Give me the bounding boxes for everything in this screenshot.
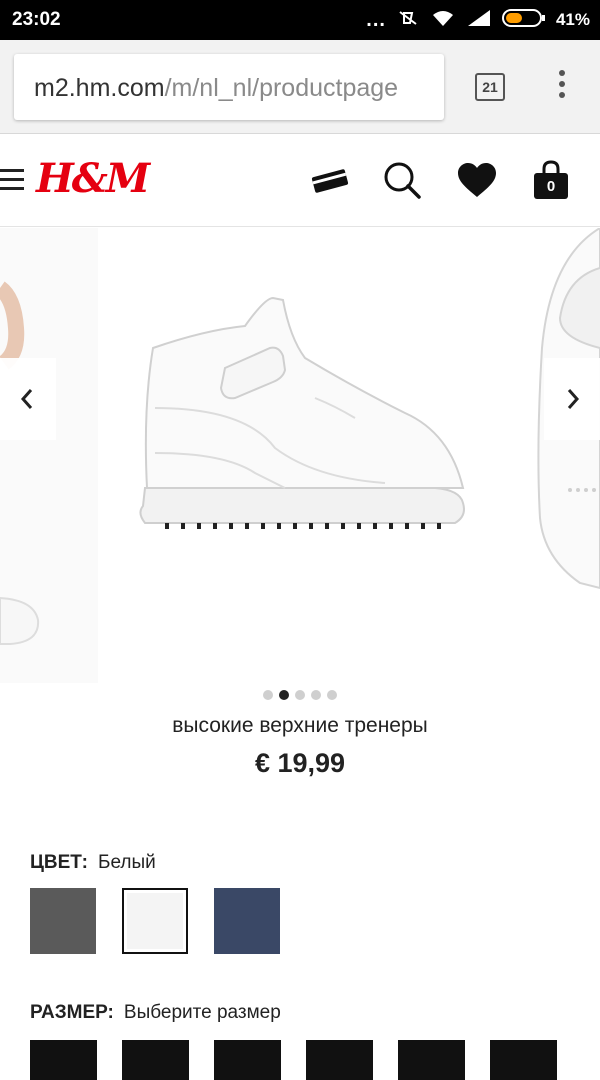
next-image-button[interactable]: [544, 358, 600, 440]
site-header: H&M 0: [0, 135, 600, 227]
hm-logo[interactable]: H&M: [36, 155, 150, 202]
size-option[interactable]: [306, 1040, 373, 1080]
pagination-dot[interactable]: [311, 690, 321, 700]
url-path: /m/nl_nl/productpage: [164, 74, 399, 102]
color-label: ЦВЕТ:: [30, 852, 88, 873]
product-image-carousel[interactable]: [0, 228, 600, 683]
cart-count: 0: [546, 178, 556, 195]
battery-percent: 41%: [555, 10, 590, 29]
size-option[interactable]: [30, 1040, 97, 1080]
address-bar[interactable]: m2.hm.com/m/nl_nl/productpage: [14, 54, 444, 120]
previous-product-image[interactable]: [0, 228, 98, 683]
size-options: [30, 1040, 557, 1080]
size-label: РАЗМЕР:: [30, 1002, 114, 1023]
size-option[interactable]: [398, 1040, 465, 1080]
previous-image-button[interactable]: [0, 358, 56, 440]
url-host: m2.hm.com: [34, 74, 165, 102]
pagination-dot[interactable]: [295, 690, 305, 700]
search-icon[interactable]: [380, 159, 424, 203]
size-option[interactable]: [122, 1040, 189, 1080]
main-product-image[interactable]: [125, 278, 475, 578]
product-price: € 19,99: [254, 748, 346, 778]
size-option[interactable]: [214, 1040, 281, 1080]
color-swatch-white-selected[interactable]: [122, 888, 188, 954]
size-prompt: Выберите размер: [123, 1002, 281, 1023]
battery-icon: [501, 8, 546, 33]
carousel-pagination: [0, 690, 600, 700]
mute-icon: [396, 8, 420, 33]
shopping-bag-icon[interactable]: 0: [530, 159, 574, 203]
status-bar: 23:02 ... 41%: [0, 0, 600, 40]
pagination-dot-active[interactable]: [279, 690, 289, 700]
wifi-icon: [430, 8, 456, 33]
menu-icon[interactable]: [0, 169, 24, 191]
color-swatch-grey[interactable]: [30, 888, 96, 954]
overflow-menu-icon[interactable]: [552, 70, 572, 104]
color-swatch-navy[interactable]: [214, 888, 280, 954]
pagination-dot[interactable]: [263, 690, 273, 700]
product-title: высокие верхние тренеры: [172, 714, 428, 737]
next-product-image[interactable]: [520, 228, 600, 683]
pagination-dot[interactable]: [327, 690, 337, 700]
selected-color: Белый: [97, 852, 156, 873]
size-option[interactable]: [490, 1040, 557, 1080]
signal-icon: [466, 8, 492, 33]
browser-toolbar: m2.hm.com/m/nl_nl/productpage 21: [0, 40, 600, 134]
gift-card-icon[interactable]: [308, 159, 352, 203]
notification-dots-icon: ...: [366, 8, 386, 31]
color-swatches: [30, 888, 280, 954]
favorites-heart-icon[interactable]: [455, 159, 499, 203]
status-time: 23:02: [12, 9, 61, 30]
size-selector-label: РАЗМЕР: Выберите размер: [30, 1002, 281, 1024]
color-selector-label: ЦВЕТ: Белый: [30, 852, 156, 874]
status-icons: ... 41%: [366, 8, 590, 33]
tab-switcher-button[interactable]: 21: [475, 73, 505, 101]
